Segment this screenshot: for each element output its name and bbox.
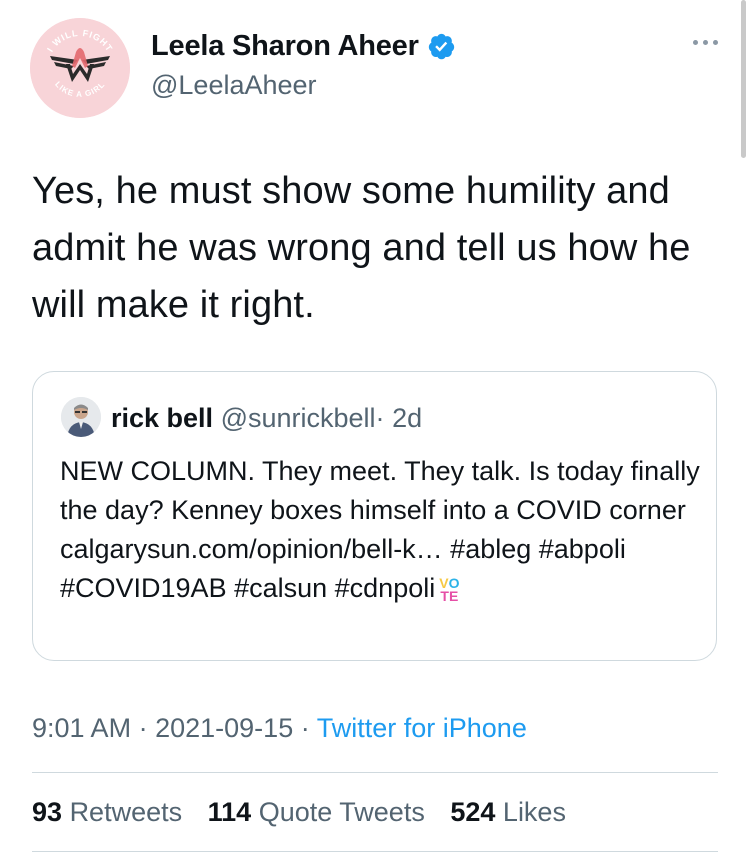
wonder-woman-logo: I WILL FIGHT LIKE A GIRL	[30, 18, 130, 118]
quoted-tweet-age: 2d	[392, 403, 423, 433]
tweet-source-link[interactable]: Twitter for iPhone	[317, 713, 527, 743]
quoted-author-handle[interactable]: @sunrickbell	[221, 403, 376, 433]
engagement-stats: 93 Retweets 114 Quote Tweets 524 Likes	[32, 797, 584, 828]
divider	[32, 851, 718, 852]
meta-separator: ·	[138, 713, 148, 743]
retweets-label: Retweets	[69, 797, 183, 827]
quoted-separator: ·	[375, 403, 385, 433]
quote-tweets-stat[interactable]: 114 Quote Tweets	[208, 797, 443, 827]
quoted-tweet-text: NEW COLUMN. They meet. They talk. Is tod…	[60, 452, 700, 608]
tweet-text: Yes, he must show some humility and admi…	[32, 170, 691, 326]
person-photo-icon	[61, 397, 101, 437]
tweet-time[interactable]: 9:01 AM	[32, 713, 131, 743]
quote-tweets-label: Quote Tweets	[258, 797, 425, 827]
retweets-stat[interactable]: 93 Retweets	[32, 797, 200, 827]
quoted-author-name[interactable]: rick bell	[111, 403, 213, 433]
author-handle[interactable]: @LeelaAheer	[151, 70, 317, 101]
quoted-tweet-header: rick bell @sunrickbell· 2d	[111, 403, 422, 434]
likes-stat[interactable]: 524 Likes	[450, 797, 584, 827]
quoted-tweet-body: NEW COLUMN. They meet. They talk. Is tod…	[60, 456, 700, 603]
meta-separator: ·	[300, 713, 310, 743]
author-avatar[interactable]: I WILL FIGHT LIKE A GIRL	[30, 18, 130, 118]
scrollbar[interactable]	[741, 0, 746, 158]
tweet-date[interactable]: 2021-09-15	[155, 713, 293, 743]
quote-tweets-count: 114	[207, 797, 252, 827]
vote-emoji-icon: VO TE	[439, 574, 460, 604]
more-options-icon[interactable]	[693, 40, 718, 45]
divider	[32, 772, 718, 773]
verified-badge-icon	[428, 33, 454, 60]
quoted-tweet-card[interactable]: rick bell @sunrickbell· 2d NEW COLUMN. T…	[32, 371, 717, 661]
retweets-count: 93	[32, 797, 63, 827]
quoted-author-avatar[interactable]	[61, 397, 101, 437]
tweet-meta: 9:01 AM · 2021-09-15 · Twitter for iPhon…	[32, 713, 527, 744]
author-display-name[interactable]: Leela Sharon Aheer	[151, 30, 419, 63]
likes-label: Likes	[502, 797, 566, 827]
likes-count: 524	[450, 797, 496, 827]
